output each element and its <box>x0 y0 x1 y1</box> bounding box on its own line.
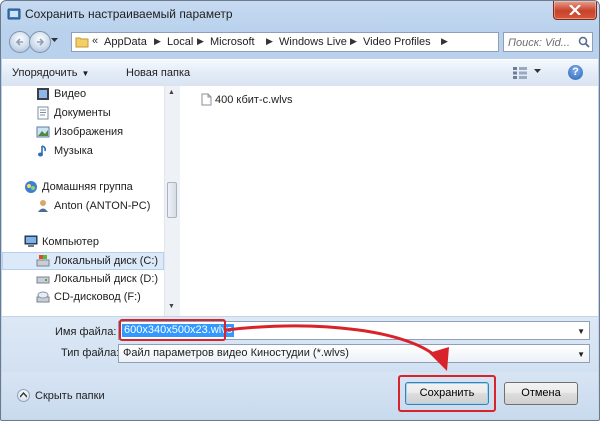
close-button[interactable] <box>553 1 597 20</box>
scroll-up-icon[interactable]: ▲ <box>168 89 175 96</box>
homegroup-icon <box>25 181 37 193</box>
file-icon <box>201 93 212 106</box>
filetype-select[interactable]: Файл параметров видео Киностудии (*.wlvs… <box>118 344 590 363</box>
pictures-library-icon <box>36 126 50 138</box>
documents-library-icon <box>37 106 49 120</box>
nav-item-label: Anton (ANTON-PC) <box>54 200 151 212</box>
system-drive-icon <box>36 255 50 267</box>
view-options-icon[interactable] <box>512 66 528 80</box>
user-icon <box>38 200 48 212</box>
file-name: 400 кбит-с.wlvs <box>215 94 293 106</box>
address-bar[interactable]: « AppData ▶ Local ▶ Microsoft ▶ Windows … <box>71 32 565 52</box>
window-title: Сохранить настраиваемый параметр <box>25 7 233 21</box>
breadcrumb-separator-icon[interactable]: ▶ <box>441 36 448 47</box>
chevron-down-icon: ▼ <box>81 69 90 78</box>
nav-item-label: Домашняя группа <box>42 181 133 193</box>
video-library-icon <box>37 88 49 100</box>
annotation-highlight-save <box>398 375 496 412</box>
breadcrumb-windows-live[interactable]: Windows Live <box>279 36 347 48</box>
breadcrumb-video-profiles[interactable]: Video Profiles <box>363 36 431 48</box>
breadcrumb-local[interactable]: Local <box>167 36 193 48</box>
computer-icon <box>24 235 38 247</box>
breadcrumb-separator-icon[interactable]: ▶ <box>266 36 273 47</box>
view-dropdown-icon[interactable] <box>534 69 541 74</box>
search-box[interactable] <box>503 32 593 52</box>
filename-label: Имя файла: <box>55 326 117 338</box>
hide-folders-label: Скрыть папки <box>35 390 105 402</box>
address-overflow-chevron[interactable]: « <box>92 35 98 47</box>
nav-item-video[interactable]: Видео <box>36 86 164 104</box>
organize-button[interactable]: Упорядочить ▼ <box>12 67 89 79</box>
cd-drive-icon <box>36 291 50 303</box>
nav-item-label: CD-дисковод (F:) <box>54 291 141 303</box>
nav-item-label: Локальный диск (D:) <box>54 273 159 285</box>
save-dialog-window: Сохранить настраиваемый параметр « AppDa… <box>0 0 600 421</box>
nav-item-pictures[interactable]: Изображения <box>36 124 164 142</box>
back-arrow-icon <box>15 38 23 46</box>
forward-arrow-icon <box>37 38 45 46</box>
breadcrumb-appdata[interactable]: AppData <box>104 36 147 48</box>
file-list[interactable]: 400 кбит-с.wlvs <box>180 86 598 316</box>
recent-pages-dropdown-icon[interactable] <box>51 38 58 43</box>
search-input[interactable] <box>508 36 576 49</box>
chevron-down-icon[interactable]: ▼ <box>577 350 585 359</box>
nav-item-label: Компьютер <box>42 236 99 248</box>
nav-item-user[interactable]: Anton (ANTON-PC) <box>36 198 164 216</box>
annotation-highlight-filename <box>119 319 226 341</box>
nav-item-label: Локальный диск (C:) <box>54 255 159 267</box>
command-toolbar: Упорядочить ▼ Новая папка ? <box>2 59 598 87</box>
forward-button[interactable] <box>29 31 51 53</box>
drive-icon <box>36 276 50 284</box>
nav-item-label: Видео <box>54 88 87 100</box>
new-folder-button[interactable]: Новая папка <box>126 67 190 79</box>
nav-item-drive-c[interactable]: Локальный диск (C:) <box>2 252 164 270</box>
nav-item-label: Изображения <box>54 126 124 138</box>
cancel-button[interactable]: Отмена <box>504 382 578 405</box>
breadcrumb-separator-icon[interactable]: ▶ <box>154 36 161 47</box>
search-icon[interactable] <box>578 36 590 48</box>
navigation-scrollbar[interactable]: ▲ ▼ <box>164 86 180 316</box>
filetype-label: Тип файла: <box>61 347 120 359</box>
music-library-icon <box>38 145 46 157</box>
nav-item-homegroup[interactable]: Домашняя группа <box>24 179 164 197</box>
nav-item-label: Документы <box>54 107 111 119</box>
close-icon <box>569 5 581 15</box>
chevron-up-icon <box>17 389 30 402</box>
nav-item-label: Музыка <box>54 145 93 157</box>
folder-icon <box>75 37 89 48</box>
help-icon[interactable]: ? <box>568 65 583 80</box>
nav-item-music[interactable]: Музыка <box>36 143 164 161</box>
scroll-down-icon[interactable]: ▼ <box>168 303 175 310</box>
nav-item-drive-d[interactable]: Локальный диск (D:) <box>36 271 164 289</box>
breadcrumb-separator-icon[interactable]: ▶ <box>197 36 204 47</box>
breadcrumb-microsoft[interactable]: Microsoft <box>210 36 255 48</box>
filetype-value: Файл параметров видео Киностудии (*.wlvs… <box>123 347 349 359</box>
organize-label: Упорядочить <box>12 67 78 79</box>
scrollbar-thumb[interactable] <box>167 182 177 218</box>
app-icon <box>7 8 21 20</box>
back-button[interactable] <box>9 31 31 53</box>
navigation-pane: Видео Документы Изображения Музыка Домаш… <box>2 86 180 316</box>
chevron-down-icon[interactable]: ▼ <box>577 327 585 336</box>
nav-item-cd-drive[interactable]: CD-дисковод (F:) <box>36 289 164 307</box>
nav-item-documents[interactable]: Документы <box>36 105 164 123</box>
nav-item-computer[interactable]: Компьютер <box>24 234 164 252</box>
breadcrumb-separator-icon[interactable]: ▶ <box>350 36 357 47</box>
